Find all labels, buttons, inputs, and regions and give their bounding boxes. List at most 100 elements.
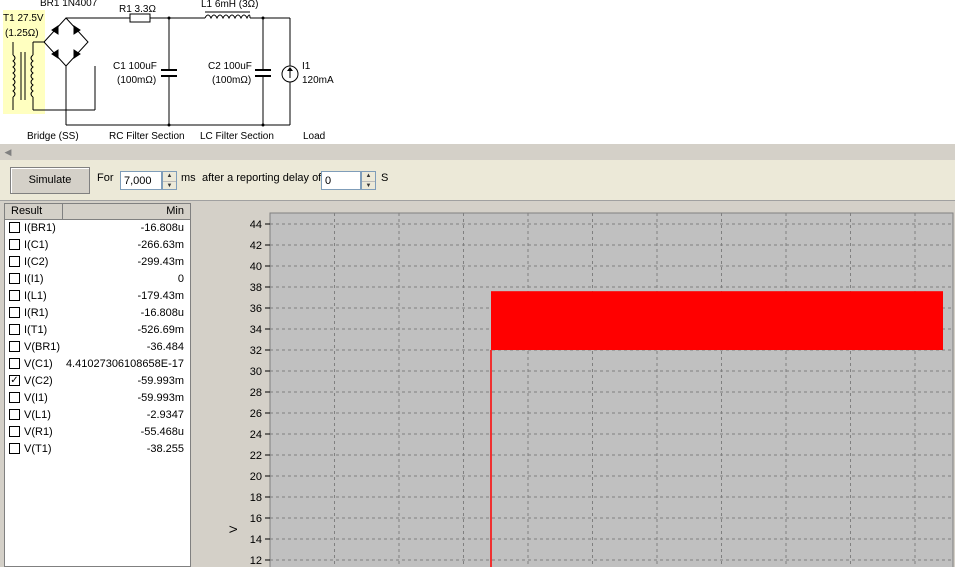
- c1-esr-label: (100mΩ): [117, 75, 157, 86]
- result-min: -16.808u: [140, 222, 184, 234]
- c1-label: C1 100uF: [113, 61, 157, 72]
- y-tick-label: 42: [250, 240, 262, 252]
- result-name: V(C2): [24, 375, 53, 387]
- simulation-toolbar: Simulate For 7,000 ▲ ▼ ms after a reporti…: [0, 160, 955, 201]
- result-row[interactable]: I(T1) -526.69m: [5, 322, 190, 339]
- result-checkbox[interactable]: [9, 409, 20, 420]
- result-min: -59.993m: [137, 375, 184, 387]
- y-tick-label: 14: [250, 534, 262, 546]
- duration-input[interactable]: 7,000: [120, 171, 162, 190]
- delay-unit: S: [381, 172, 389, 184]
- result-name: I(R1): [24, 307, 49, 319]
- result-name: V(C1): [24, 358, 53, 370]
- y-tick-label: 20: [250, 471, 262, 483]
- result-checkbox[interactable]: [9, 307, 20, 318]
- result-row[interactable]: V(C1) 4.41027306108658E-17: [5, 356, 190, 373]
- result-min: -16.808u: [140, 307, 184, 319]
- result-checkbox[interactable]: [9, 443, 20, 454]
- section-lc-label: LC Filter Section: [200, 131, 274, 142]
- y-tick-label: 34: [250, 324, 262, 336]
- section-bridge-label: Bridge (SS): [27, 131, 79, 142]
- inductor-icon: [204, 14, 251, 20]
- result-min: -266.63m: [137, 239, 184, 251]
- result-min: -299.43m: [137, 256, 184, 268]
- i1-label: I1: [302, 61, 311, 72]
- result-checkbox[interactable]: [9, 256, 20, 267]
- result-checkbox[interactable]: [9, 222, 20, 233]
- column-result[interactable]: Result: [11, 205, 42, 217]
- y-tick-label: 32: [250, 345, 262, 357]
- result-min: -2.9347: [146, 409, 184, 421]
- result-checkbox[interactable]: [9, 273, 20, 284]
- result-name: V(BR1): [24, 341, 61, 353]
- scroll-left-icon[interactable]: ◀: [0, 144, 16, 160]
- y-axis-label: V: [228, 525, 240, 533]
- result-name: I(BR1): [24, 222, 56, 234]
- r1-label: R1 3.3Ω: [119, 4, 156, 15]
- result-row[interactable]: V(R1) -55.468u: [5, 424, 190, 441]
- y-tick-label: 12: [250, 555, 262, 567]
- y-tick-label: 36: [250, 303, 262, 315]
- result-row[interactable]: V(L1) -2.9347: [5, 407, 190, 424]
- result-min: -55.468u: [140, 426, 184, 438]
- result-min: -38.255: [146, 443, 184, 455]
- series-ripple-band: [491, 291, 943, 350]
- voltage-plot: 12 14 16 18 20 22 24 26 28 30 32 34 36 38 40 42 44 V: [228, 212, 954, 567]
- result-row[interactable]: I(BR1) -16.808u: [5, 220, 190, 237]
- result-name: I(L1): [24, 290, 47, 302]
- delay-label: after a reporting delay of: [202, 172, 322, 184]
- result-name: V(I1): [24, 392, 48, 404]
- y-tick-label: 28: [250, 387, 262, 399]
- result-checkbox[interactable]: [9, 358, 20, 369]
- result-row[interactable]: ✓ V(C2) -59.993m: [5, 373, 190, 390]
- result-checkbox[interactable]: [9, 426, 20, 437]
- delay-input[interactable]: 0: [321, 171, 361, 190]
- column-min[interactable]: Min: [166, 205, 184, 217]
- results-header: Result Min: [5, 204, 190, 220]
- y-tick-label: 24: [250, 429, 262, 441]
- for-label: For: [97, 172, 114, 184]
- result-min: 0: [177, 273, 184, 285]
- y-tick-label: 16: [250, 513, 262, 525]
- result-min: -179.43m: [137, 290, 184, 302]
- horizontal-scrollbar[interactable]: ◀: [0, 143, 955, 161]
- result-row[interactable]: I(C1) -266.63m: [5, 237, 190, 254]
- result-checkbox[interactable]: [9, 324, 20, 335]
- result-min: -526.69m: [137, 324, 184, 336]
- result-checkbox[interactable]: ✓: [9, 375, 20, 386]
- result-row[interactable]: I(C2) -299.43m: [5, 254, 190, 271]
- result-row[interactable]: V(I1) -59.993m: [5, 390, 190, 407]
- y-tick-label: 22: [250, 450, 262, 462]
- result-name: I(C2): [24, 256, 49, 268]
- bridge-label: BR1 1N4007: [40, 0, 98, 9]
- t1-resistance-label: (1.25Ω): [5, 28, 39, 39]
- section-rc-label: RC Filter Section: [109, 131, 185, 142]
- section-load-label: Load: [303, 131, 326, 142]
- y-tick-label: 30: [250, 366, 262, 378]
- result-name: V(L1): [24, 409, 51, 421]
- result-row[interactable]: V(BR1) -36.484: [5, 339, 190, 356]
- delay-spinner[interactable]: ▲ ▼: [361, 171, 376, 190]
- result-min: 4.41027306108658E-17: [65, 358, 184, 370]
- result-checkbox[interactable]: [9, 392, 20, 403]
- c2-esr-label: (100mΩ): [212, 75, 252, 86]
- result-row[interactable]: I(R1) -16.808u: [5, 305, 190, 322]
- result-row[interactable]: V(T1) -38.255: [5, 441, 190, 458]
- plot-panel: 12 14 16 18 20 22 24 26 28 30 32 34 36 38 40 42 44 V: [195, 203, 955, 567]
- y-tick-label: 40: [250, 261, 262, 273]
- y-tick-label: 18: [250, 492, 262, 504]
- schematic-panel: BR1 1N4007 R1 3.3Ω L1 6mH (3Ω) T1 27.5V …: [0, 0, 955, 143]
- duration-spinner[interactable]: ▲ ▼: [162, 171, 177, 190]
- transformer-highlight: [3, 10, 45, 114]
- simulate-button[interactable]: Simulate: [10, 167, 90, 194]
- result-checkbox[interactable]: [9, 239, 20, 250]
- result-row[interactable]: I(I1) 0: [5, 271, 190, 288]
- result-row[interactable]: I(L1) -179.43m: [5, 288, 190, 305]
- result-min: -59.993m: [137, 392, 184, 404]
- result-checkbox[interactable]: [9, 341, 20, 352]
- duration-unit: ms: [181, 172, 196, 184]
- t1-label: T1 27.5V: [3, 13, 44, 24]
- result-name: I(T1): [24, 324, 48, 336]
- bridge-rectifier-icon: [43, 17, 89, 67]
- result-checkbox[interactable]: [9, 290, 20, 301]
